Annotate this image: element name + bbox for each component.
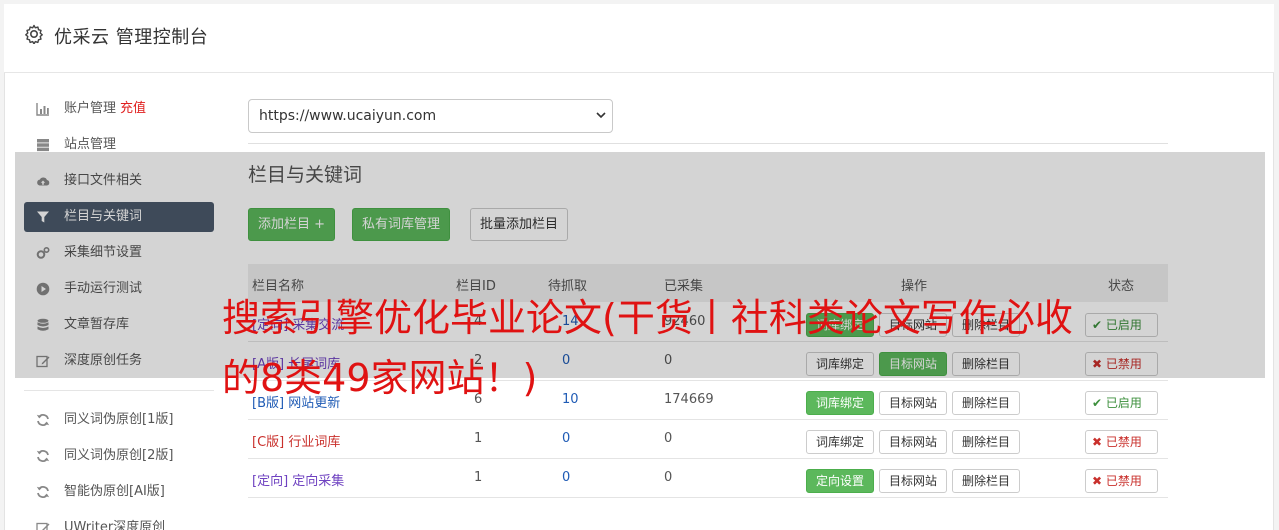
header: 优采云 管理控制台: [4, 4, 1274, 73]
refresh-icon: [36, 485, 50, 499]
gear-icon: [25, 24, 43, 44]
column-name-link[interactable]: [定向] 定向采集: [252, 470, 344, 489]
recharge-link[interactable]: 充值: [120, 101, 146, 116]
sidebar-item-synonym-v1[interactable]: 同义词伪原创[1版]: [24, 405, 214, 435]
pending-count-link[interactable]: 0: [562, 470, 570, 485]
status-toggle[interactable]: ✖ 已禁用: [1085, 430, 1158, 454]
sidebar-item-ai-rewrite[interactable]: 智能伪原创[AI版]: [24, 477, 214, 507]
sidebar-item-label: 智能伪原创[AI版]: [64, 484, 165, 499]
sidebar-item-account[interactable]: 账户管理 充值: [24, 94, 214, 124]
close-icon: ✖: [1092, 474, 1103, 488]
sidebar-item-synonym-v2[interactable]: 同义词伪原创[2版]: [24, 441, 214, 471]
sidebar-item-label: 同义词伪原创[1版]: [64, 412, 174, 427]
status-label: 已启用: [1105, 396, 1142, 410]
check-icon: ✔: [1092, 396, 1103, 410]
sidebar-item-label: 站点管理: [64, 137, 117, 152]
delete-column-button[interactable]: 删除栏目: [952, 430, 1021, 454]
sidebar-item-label: UWriter深度原创: [64, 520, 166, 530]
column-id: 1: [474, 431, 483, 446]
status-label: 已禁用: [1105, 474, 1142, 488]
delete-column-button[interactable]: 删除栏目: [952, 469, 1021, 493]
overlay-headline: 搜索引擎优化毕业论文(干货丨社科类论文写作必收的8类49家网站！): [222, 296, 1073, 400]
server-icon: [36, 138, 50, 152]
bar-chart-icon: [36, 102, 50, 116]
column-name-link[interactable]: [C版] 行业词库: [252, 431, 340, 450]
status-toggle[interactable]: ✔ 已启用: [1085, 391, 1158, 415]
table-row: [C版] 行业词库 1 0 0 词库绑定 目标网站 删除栏目 ✖ 已禁用: [248, 420, 1168, 459]
table-row: [定向] 定向采集 1 0 0 定向设置 目标网站 删除栏目 ✖ 已禁用: [248, 459, 1168, 498]
bind-lib-button[interactable]: 词库绑定: [806, 430, 875, 454]
target-site-button[interactable]: 目标网站: [879, 469, 948, 493]
sidebar-item-uwriter[interactable]: UWriter深度原创: [24, 513, 214, 530]
sidebar-divider: [24, 390, 214, 391]
site-select-value: https://www.ucaiyun.com: [259, 108, 437, 124]
directed-settings-button[interactable]: 定向设置: [806, 469, 875, 493]
column-id: 1: [474, 470, 483, 485]
status-label: 已禁用: [1105, 435, 1142, 449]
divider: [248, 143, 1168, 144]
sidebar-item-label: 账户管理: [64, 101, 117, 116]
page-title: 优采云 管理控制台: [54, 27, 209, 48]
refresh-icon: [36, 413, 50, 427]
edit-icon: [36, 521, 50, 530]
status-toggle[interactable]: ✖ 已禁用: [1085, 469, 1158, 493]
site-select[interactable]: https://www.ucaiyun.com: [248, 99, 613, 133]
refresh-icon: [36, 449, 50, 463]
close-icon: ✖: [1092, 435, 1103, 449]
sidebar-item-label: 同义词伪原创[2版]: [64, 448, 174, 463]
pending-count-link[interactable]: 0: [562, 431, 570, 446]
target-site-button[interactable]: 目标网站: [879, 430, 948, 454]
chevron-down-icon: [596, 112, 606, 119]
collected-count: 0: [664, 470, 673, 485]
collected-count: 0: [664, 431, 673, 446]
